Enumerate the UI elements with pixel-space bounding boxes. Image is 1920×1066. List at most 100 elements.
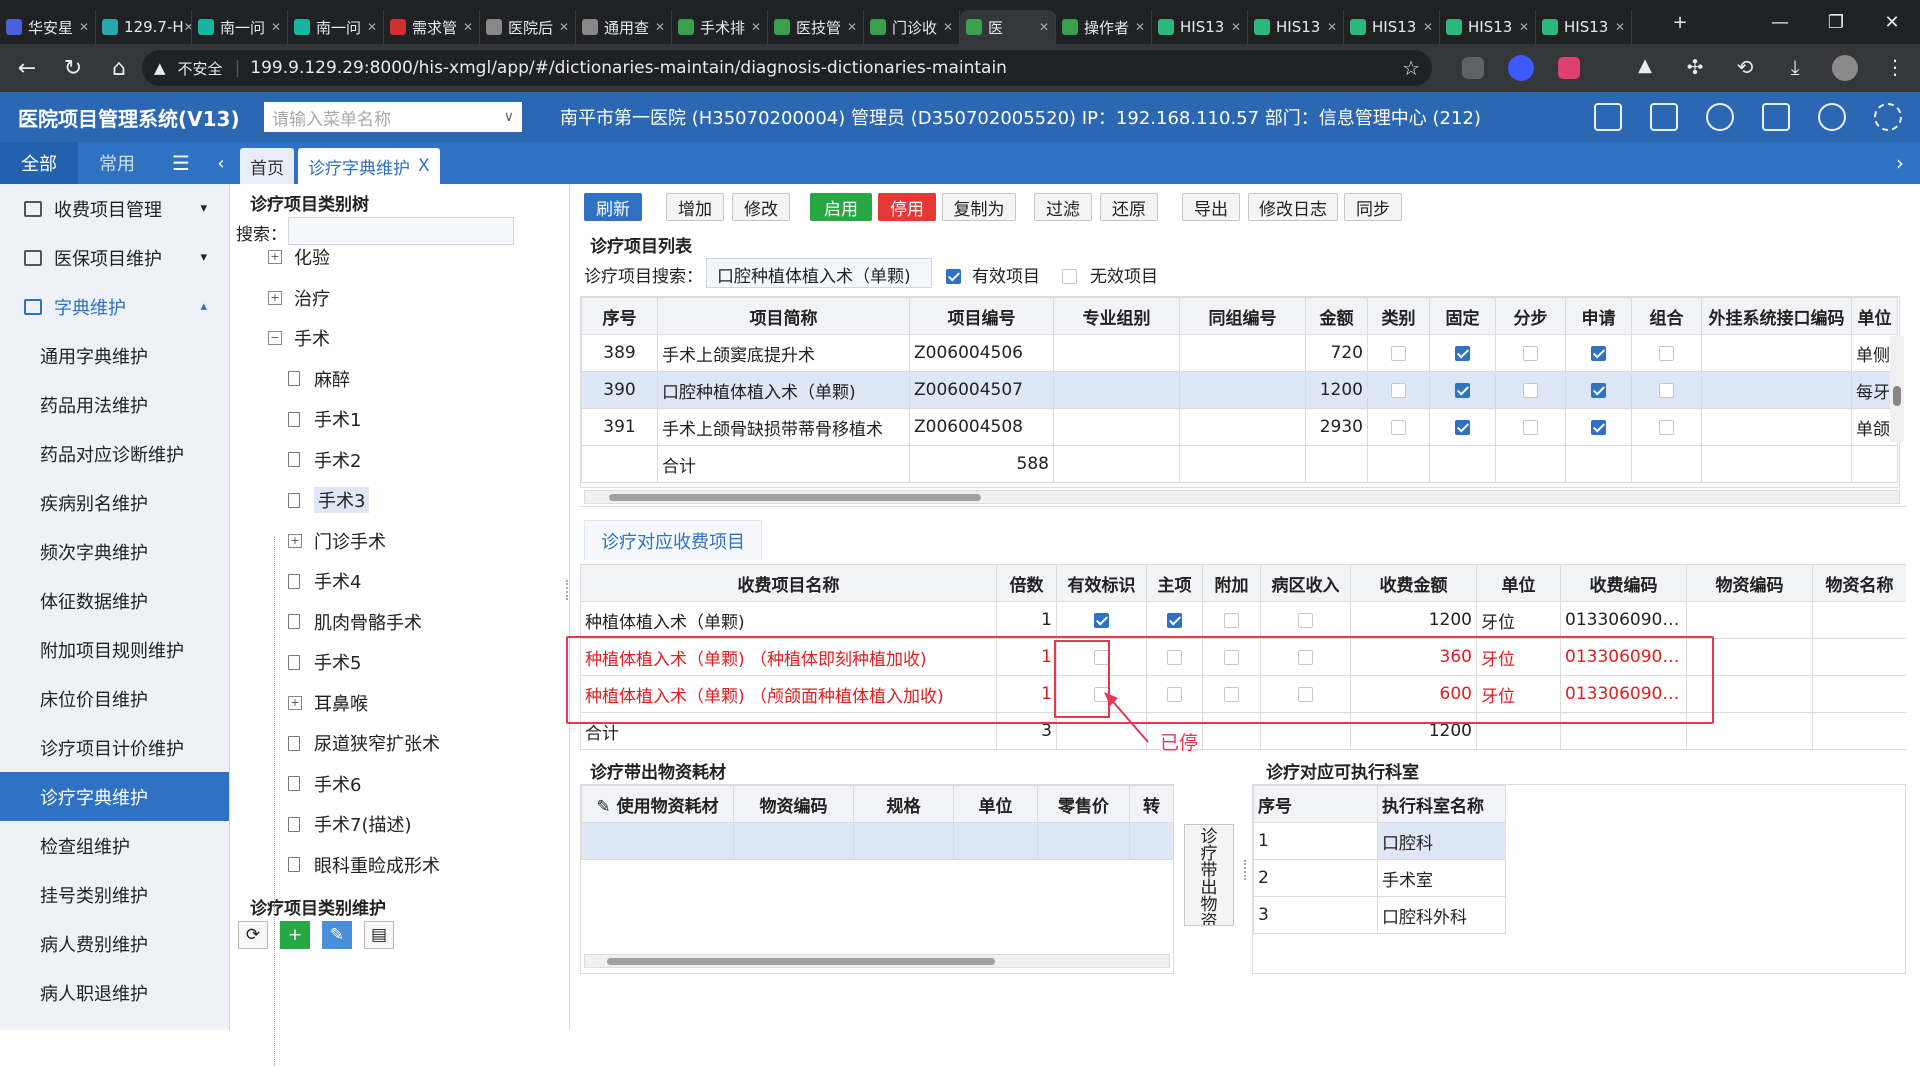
table-row[interactable]: 390 口腔种植体植入术（单颗) Z006004507 1200 每牙: [581, 371, 1898, 409]
tab-close-icon[interactable]: ✕: [1231, 20, 1241, 34]
table-row[interactable]: 391 手术上颌骨缺损带蒂骨移植术 Z006004508 2930 单颌: [581, 408, 1898, 446]
copy-as-button[interactable]: 复制为: [942, 193, 1016, 221]
expand-icon[interactable]: +: [268, 290, 282, 305]
tree-node[interactable]: 肌肉骨骼手术: [288, 607, 422, 637]
tree-node[interactable]: + 化验: [268, 242, 330, 272]
column-header[interactable]: 申请: [1565, 297, 1632, 335]
materials-hscrollbar[interactable]: [584, 954, 1170, 968]
table-row[interactable]: 3 口腔科外科: [1253, 896, 1506, 934]
tab-close-icon[interactable]: ✕: [1519, 20, 1529, 34]
tree-node[interactable]: 手术3: [288, 485, 370, 515]
browser-tab[interactable]: HIS13 ✕: [1440, 10, 1536, 44]
tab-close-icon[interactable]: ✕: [1327, 20, 1337, 34]
page-tab-current[interactable]: 诊疗字典维护 X: [298, 148, 440, 184]
column-header[interactable]: 项目编号: [909, 297, 1054, 335]
tree-add-icon[interactable]: +: [280, 921, 310, 949]
expand-icon[interactable]: +: [288, 533, 302, 548]
sidebar-group[interactable]: 字典维护 ▴: [0, 282, 229, 331]
tab-close-icon[interactable]: ✕: [1423, 20, 1433, 34]
column-header[interactable]: 序号: [1253, 785, 1378, 823]
column-header[interactable]: 项目简称: [657, 297, 910, 335]
browser-tab[interactable]: 129.7-H✕: [96, 10, 192, 44]
column-header[interactable]: ✎ 使用物资耗材: [581, 785, 734, 823]
tab-close-icon[interactable]: ✕: [184, 20, 191, 34]
column-header[interactable]: 单位: [1476, 564, 1561, 602]
tree-node[interactable]: 手术1: [288, 404, 361, 434]
scroll-left-icon[interactable]: ‹: [206, 142, 236, 184]
scroll-right-icon[interactable]: ›: [1880, 142, 1920, 184]
tab-close-icon[interactable]: ✕: [271, 20, 281, 34]
column-header[interactable]: 零售价: [1037, 785, 1130, 823]
column-header[interactable]: 类别: [1367, 297, 1430, 335]
disable-button[interactable]: 停用: [878, 193, 936, 221]
tab-close-icon[interactable]: ✕: [847, 20, 857, 34]
column-header[interactable]: 收费金额: [1350, 564, 1477, 602]
browser-tab[interactable]: 需求管 ✕: [384, 10, 480, 44]
enable-button[interactable]: 启用: [810, 193, 872, 221]
tree-node[interactable]: + 耳鼻喉: [288, 688, 368, 718]
column-header[interactable]: 外挂系统接口编码: [1701, 297, 1852, 335]
home-icon[interactable]: ⌂: [96, 56, 142, 81]
tab-close-icon[interactable]: ✕: [943, 20, 953, 34]
sidebar-item[interactable]: 诊疗字典维护: [0, 772, 229, 821]
items-vscrollbar[interactable]: [1890, 336, 1904, 442]
read-mode-icon[interactable]: [1462, 57, 1484, 79]
browser-tab[interactable]: 操作者 ✕: [1056, 10, 1152, 44]
menu-toggle-icon[interactable]: ☰: [156, 142, 206, 184]
tree-node[interactable]: + 门诊手术: [288, 526, 386, 556]
sidebar-item[interactable]: 药品用法维护: [0, 380, 229, 429]
tab-common[interactable]: 常用: [78, 142, 156, 184]
sidebar-group[interactable]: 医保项目维护 ▾: [0, 233, 229, 282]
eye-icon[interactable]: [1818, 103, 1846, 131]
bookmark-star-icon[interactable]: ☆: [1402, 56, 1420, 80]
download-icon[interactable]: ⤓: [1782, 55, 1808, 81]
combo-checkbox[interactable]: [1659, 382, 1674, 398]
sidebar-item[interactable]: 疾病别名维护: [0, 478, 229, 527]
category-checkbox[interactable]: [1391, 345, 1406, 361]
column-header[interactable]: 病区收入: [1260, 564, 1351, 602]
modify-log-button[interactable]: 修改日志: [1248, 193, 1338, 221]
extra-checkbox[interactable]: [1224, 612, 1239, 628]
column-header[interactable]: 主项: [1146, 564, 1203, 602]
table-row[interactable]: 1 口腔科: [1253, 822, 1506, 860]
column-header[interactable]: 物资名称: [1812, 564, 1906, 602]
document-icon[interactable]: [1762, 103, 1790, 131]
column-header[interactable]: 物资编码: [733, 785, 854, 823]
tree-node[interactable]: + 治疗: [268, 283, 330, 313]
message-icon[interactable]: [1594, 103, 1622, 131]
page-tab-home[interactable]: 首页: [240, 148, 294, 184]
extension-s-icon[interactable]: [1508, 55, 1534, 81]
restore-button[interactable]: 还原: [1100, 193, 1158, 221]
reload-icon[interactable]: ↻: [50, 56, 96, 81]
puzzle-icon[interactable]: ✣: [1682, 55, 1708, 81]
column-header[interactable]: 固定: [1429, 297, 1496, 335]
sidebar-item[interactable]: 诊疗项目计价维护: [0, 723, 229, 772]
tree-node[interactable]: 手术4: [288, 566, 361, 596]
tab-close-icon[interactable]: ✕: [1135, 20, 1145, 34]
category-checkbox[interactable]: [1391, 382, 1406, 398]
tab-close-icon[interactable]: ✕: [79, 20, 89, 34]
profile-avatar[interactable]: [1832, 55, 1858, 81]
tree-save-icon[interactable]: ▤: [364, 921, 394, 949]
extension-translate-icon[interactable]: [1558, 57, 1580, 79]
items-hscrollbar[interactable]: [584, 490, 1900, 504]
fixed-checkbox[interactable]: [1455, 345, 1470, 361]
column-header[interactable]: 同组编号: [1179, 297, 1306, 335]
more-menu-icon[interactable]: ⋮: [1882, 55, 1908, 81]
history-icon[interactable]: ⟲: [1732, 55, 1758, 81]
sidebar-item[interactable]: 频次字典维护: [0, 527, 229, 576]
close-window-icon[interactable]: ✕: [1864, 12, 1920, 33]
step-checkbox[interactable]: [1523, 419, 1538, 435]
sidebar-item[interactable]: 挂号类别维护: [0, 870, 229, 919]
category-checkbox[interactable]: [1391, 419, 1406, 435]
tab-close-icon[interactable]: ✕: [751, 20, 761, 34]
browser-tab[interactable]: 医 ✕: [960, 10, 1056, 44]
apply-checkbox[interactable]: [1591, 419, 1606, 435]
invalid-items-checkbox[interactable]: [1062, 268, 1077, 284]
new-tab-button[interactable]: +: [1660, 12, 1700, 33]
sidebar-item[interactable]: 体征数据维护: [0, 576, 229, 625]
table-row[interactable]: [581, 822, 1173, 860]
browser-tab[interactable]: HIS13 ✕: [1344, 10, 1440, 44]
browser-tab[interactable]: 南一问 ✕: [288, 10, 384, 44]
browser-tab[interactable]: HIS13 ✕: [1248, 10, 1344, 44]
